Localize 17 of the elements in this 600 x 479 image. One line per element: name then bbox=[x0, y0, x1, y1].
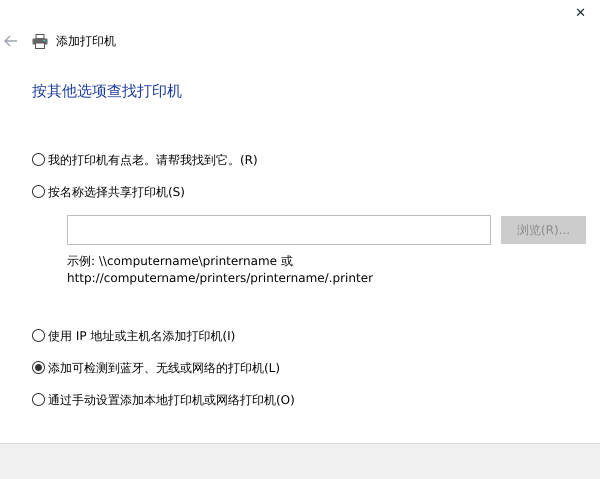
window-title: 添加打印机 bbox=[56, 33, 116, 50]
option-label[interactable]: 使用 IP 地址或主机名添加打印机(I) bbox=[48, 326, 236, 344]
option-label[interactable]: 添加可检测到蓝牙、无线或网络的打印机(L) bbox=[48, 358, 280, 376]
option-label[interactable]: 我的打印机有点老。请帮我找到它。(R) bbox=[48, 150, 258, 168]
example-text: 示例: \\computername\printername 或 bbox=[67, 252, 294, 270]
printer-icon bbox=[32, 34, 48, 48]
example-text: http://computername/printers/printername/.printer bbox=[67, 270, 374, 286]
radio-button[interactable] bbox=[32, 361, 45, 374]
page-heading: 按其他选项查找打印机 bbox=[32, 81, 183, 102]
option-label[interactable]: 通过手动设置添加本地打印机或网络打印机(O) bbox=[48, 390, 295, 408]
option-label[interactable]: 按名称选择共享打印机(S) bbox=[48, 182, 185, 200]
radio-button[interactable] bbox=[32, 185, 45, 198]
radio-button[interactable] bbox=[32, 393, 45, 406]
radio-button[interactable] bbox=[32, 329, 45, 342]
printer-name-field[interactable] bbox=[67, 214, 491, 244]
radio-button[interactable] bbox=[32, 153, 45, 166]
close-button[interactable]: ✕ bbox=[571, 4, 590, 24]
